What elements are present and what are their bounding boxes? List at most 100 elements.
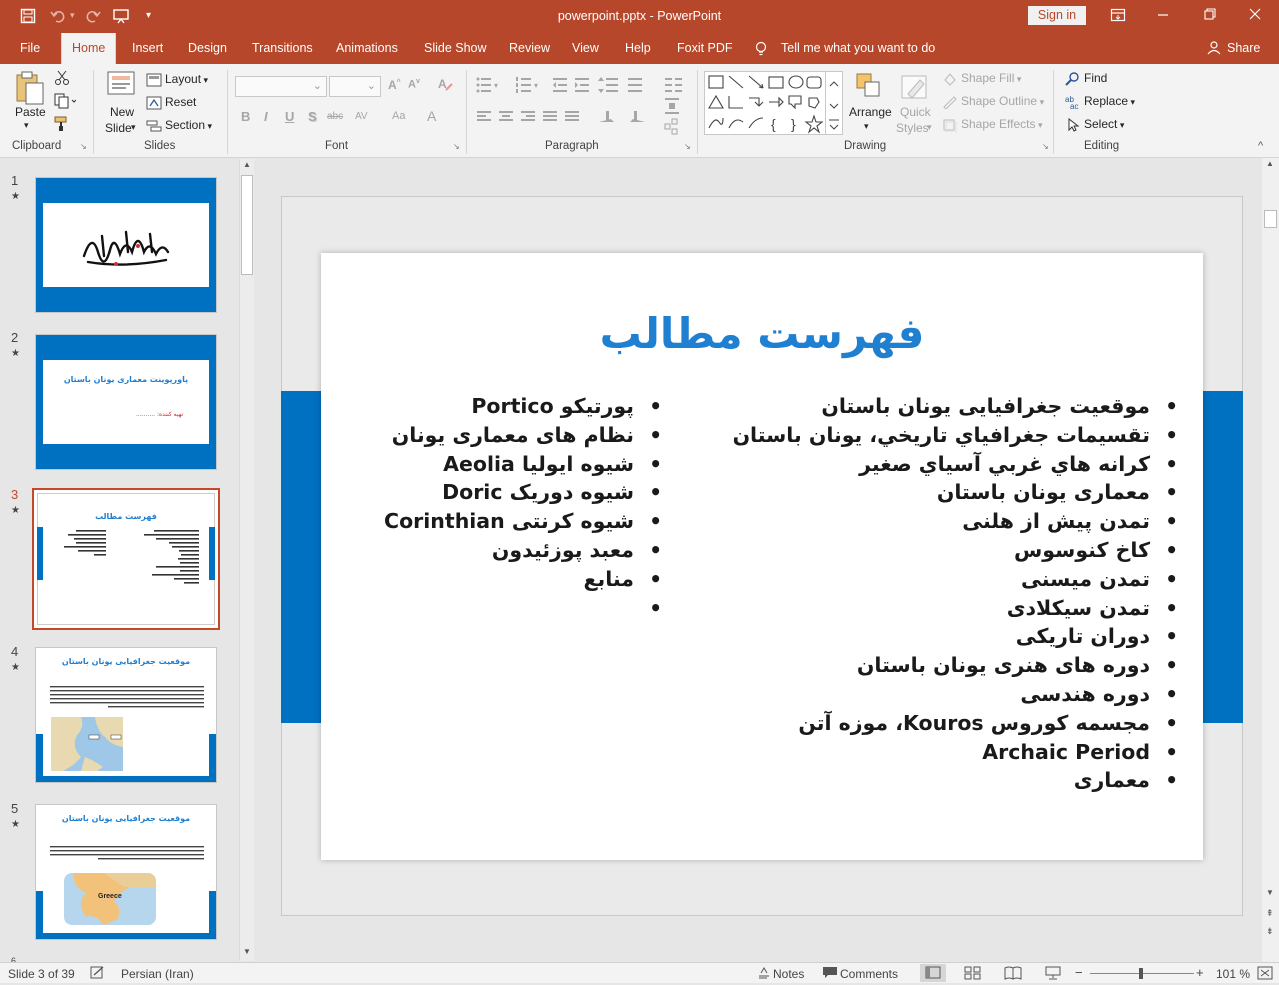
clear-formatting-icon[interactable]: A: [437, 76, 453, 95]
tab-design[interactable]: Design: [188, 41, 227, 55]
replace-button[interactable]: ab ac Replace ▾: [1065, 94, 1135, 109]
tell-me-search[interactable]: Tell me what you want to do: [781, 41, 935, 55]
scroll-down-icon[interactable]: ▼: [1266, 888, 1274, 897]
find-button[interactable]: Find: [1065, 71, 1107, 86]
align-text-icon[interactable]: [664, 97, 684, 118]
tab-animations[interactable]: Animations: [336, 41, 398, 55]
new-slide-icon[interactable]: [106, 70, 138, 101]
scroll-up-icon[interactable]: ▲: [243, 160, 251, 169]
clipboard-launcher-icon[interactable]: ↘: [80, 142, 87, 151]
current-slide[interactable]: فهرست مطالب موقعیت جغرافیایی یونان باستا…: [321, 253, 1203, 860]
align-center-icon[interactable]: [498, 110, 514, 127]
editor-scrollbar[interactable]: ▲ ▼ ⇞ ⇟: [1262, 158, 1279, 962]
rtl-direction-icon[interactable]: [626, 110, 646, 127]
tab-review[interactable]: Review: [509, 41, 550, 55]
font-size-combo[interactable]: ⌄: [329, 76, 381, 97]
sign-in-button[interactable]: Sign in: [1028, 6, 1086, 25]
collapse-ribbon-icon[interactable]: ^: [1258, 140, 1263, 152]
restore-icon[interactable]: [1203, 6, 1217, 26]
quick-styles-icon[interactable]: [900, 72, 930, 105]
previous-slide-icon[interactable]: ⇞: [1266, 908, 1274, 919]
smartart-icon[interactable]: [664, 118, 684, 139]
scroll-down-icon[interactable]: ▼: [243, 947, 251, 956]
tab-foxit-pdf[interactable]: Foxit PDF: [677, 41, 733, 55]
spell-check-icon[interactable]: [90, 966, 106, 983]
cut-icon[interactable]: [54, 70, 70, 89]
thumbnail-slide-1[interactable]: [35, 177, 217, 313]
close-icon[interactable]: [1248, 6, 1262, 26]
normal-view-button[interactable]: [920, 964, 946, 982]
arrange-dropdown-icon[interactable]: ▾: [864, 121, 869, 132]
paste-button[interactable]: Paste: [15, 105, 46, 119]
font-color-button[interactable]: A: [427, 108, 436, 124]
decrease-indent-icon[interactable]: [552, 76, 568, 97]
notes-icon[interactable]: [757, 966, 771, 983]
slide-title[interactable]: فهرست مطالب: [321, 309, 1203, 358]
zoom-level[interactable]: 101 %: [1216, 967, 1250, 981]
thumbnail-slide-3[interactable]: فهرست مطالب: [32, 488, 220, 630]
new-slide-label-2[interactable]: Slide: [105, 121, 132, 135]
copy-icon[interactable]: [54, 93, 77, 112]
minimize-icon[interactable]: [1156, 6, 1170, 26]
next-slide-icon[interactable]: ⇟: [1266, 926, 1274, 937]
new-slide-dropdown-icon[interactable]: ▾: [131, 122, 136, 133]
columns-icon[interactable]: [664, 76, 684, 97]
increase-font-icon[interactable]: A^: [388, 78, 401, 92]
layout-button[interactable]: Layout ▾: [146, 72, 208, 87]
strikethrough-button[interactable]: abc: [327, 111, 343, 122]
tab-insert[interactable]: Insert: [132, 41, 163, 55]
quick-styles-dropdown-icon[interactable]: ▾: [927, 122, 932, 133]
text-direction-icon[interactable]: [627, 76, 647, 97]
decrease-font-icon[interactable]: Av: [408, 78, 420, 91]
ltr-direction-icon[interactable]: [598, 110, 618, 127]
scrollbar-thumb[interactable]: [241, 175, 253, 275]
justify-icon[interactable]: [542, 110, 558, 127]
character-spacing-button[interactable]: AV: [355, 111, 368, 122]
increase-indent-icon[interactable]: [574, 76, 590, 97]
paste-dropdown-icon[interactable]: ▾: [24, 120, 29, 131]
zoom-out-button[interactable]: −: [1075, 965, 1083, 980]
arrange-button[interactable]: Arrange: [849, 105, 892, 119]
zoom-slider-thumb[interactable]: [1139, 968, 1143, 979]
numbering-icon[interactable]: ▾: [515, 76, 547, 97]
left-bullet-list[interactable]: پورتیکو Portico نظام های معماری یونان شی…: [384, 392, 662, 622]
tab-slide-show[interactable]: Slide Show: [424, 41, 487, 55]
underline-button[interactable]: U: [285, 109, 294, 124]
bold-button[interactable]: B: [241, 109, 250, 124]
font-launcher-icon[interactable]: ↘: [453, 142, 460, 151]
thumbnails-scrollbar[interactable]: ▲ ▼: [239, 159, 254, 961]
thumbnail-slide-5[interactable]: موقعیت جغرافیایی یونان باستان Greece: [35, 804, 217, 940]
shapes-gallery-scroll[interactable]: [826, 71, 843, 135]
tab-view[interactable]: View: [572, 41, 599, 55]
shadow-button[interactable]: S: [308, 109, 317, 124]
quick-styles-label-2[interactable]: Styles: [896, 121, 929, 135]
tab-home[interactable]: Home: [61, 33, 117, 64]
slide-show-view-icon[interactable]: [1044, 966, 1062, 983]
line-spacing-icon[interactable]: [598, 76, 620, 97]
language-indicator[interactable]: Persian (Iran): [121, 967, 194, 981]
thumbnail-slide-2[interactable]: پاورپوینت معماری یونان باستان تهیه کننده…: [35, 334, 217, 470]
comments-icon[interactable]: [822, 966, 838, 983]
tab-help[interactable]: Help: [625, 41, 651, 55]
paste-icon[interactable]: [14, 70, 46, 109]
shape-effects-button[interactable]: Shape Effects ▾: [942, 117, 1043, 132]
bullets-icon[interactable]: ▾: [476, 76, 516, 97]
paragraph-launcher-icon[interactable]: ↘: [684, 142, 691, 151]
format-painter-icon[interactable]: [54, 116, 70, 135]
scrollbar-thumb[interactable]: [1264, 210, 1277, 228]
zoom-in-button[interactable]: +: [1196, 965, 1204, 980]
shape-outline-button[interactable]: Shape Outline ▾: [942, 94, 1044, 109]
share-button[interactable]: Share: [1227, 41, 1260, 55]
align-left-icon[interactable]: [476, 110, 492, 127]
reset-button[interactable]: Reset: [146, 95, 196, 110]
quick-styles-label-1[interactable]: Quick: [900, 105, 931, 119]
slide-sorter-view-icon[interactable]: [964, 966, 982, 983]
scroll-up-icon[interactable]: ▲: [1266, 159, 1274, 168]
reading-view-icon[interactable]: [1004, 966, 1022, 983]
comments-button[interactable]: Comments: [840, 967, 898, 981]
tab-transitions[interactable]: Transitions: [252, 41, 313, 55]
fit-slide-icon[interactable]: [1257, 966, 1273, 983]
font-name-combo[interactable]: ⌄: [235, 76, 327, 97]
italic-button[interactable]: I: [264, 109, 268, 124]
drawing-launcher-icon[interactable]: ↘: [1042, 142, 1049, 151]
